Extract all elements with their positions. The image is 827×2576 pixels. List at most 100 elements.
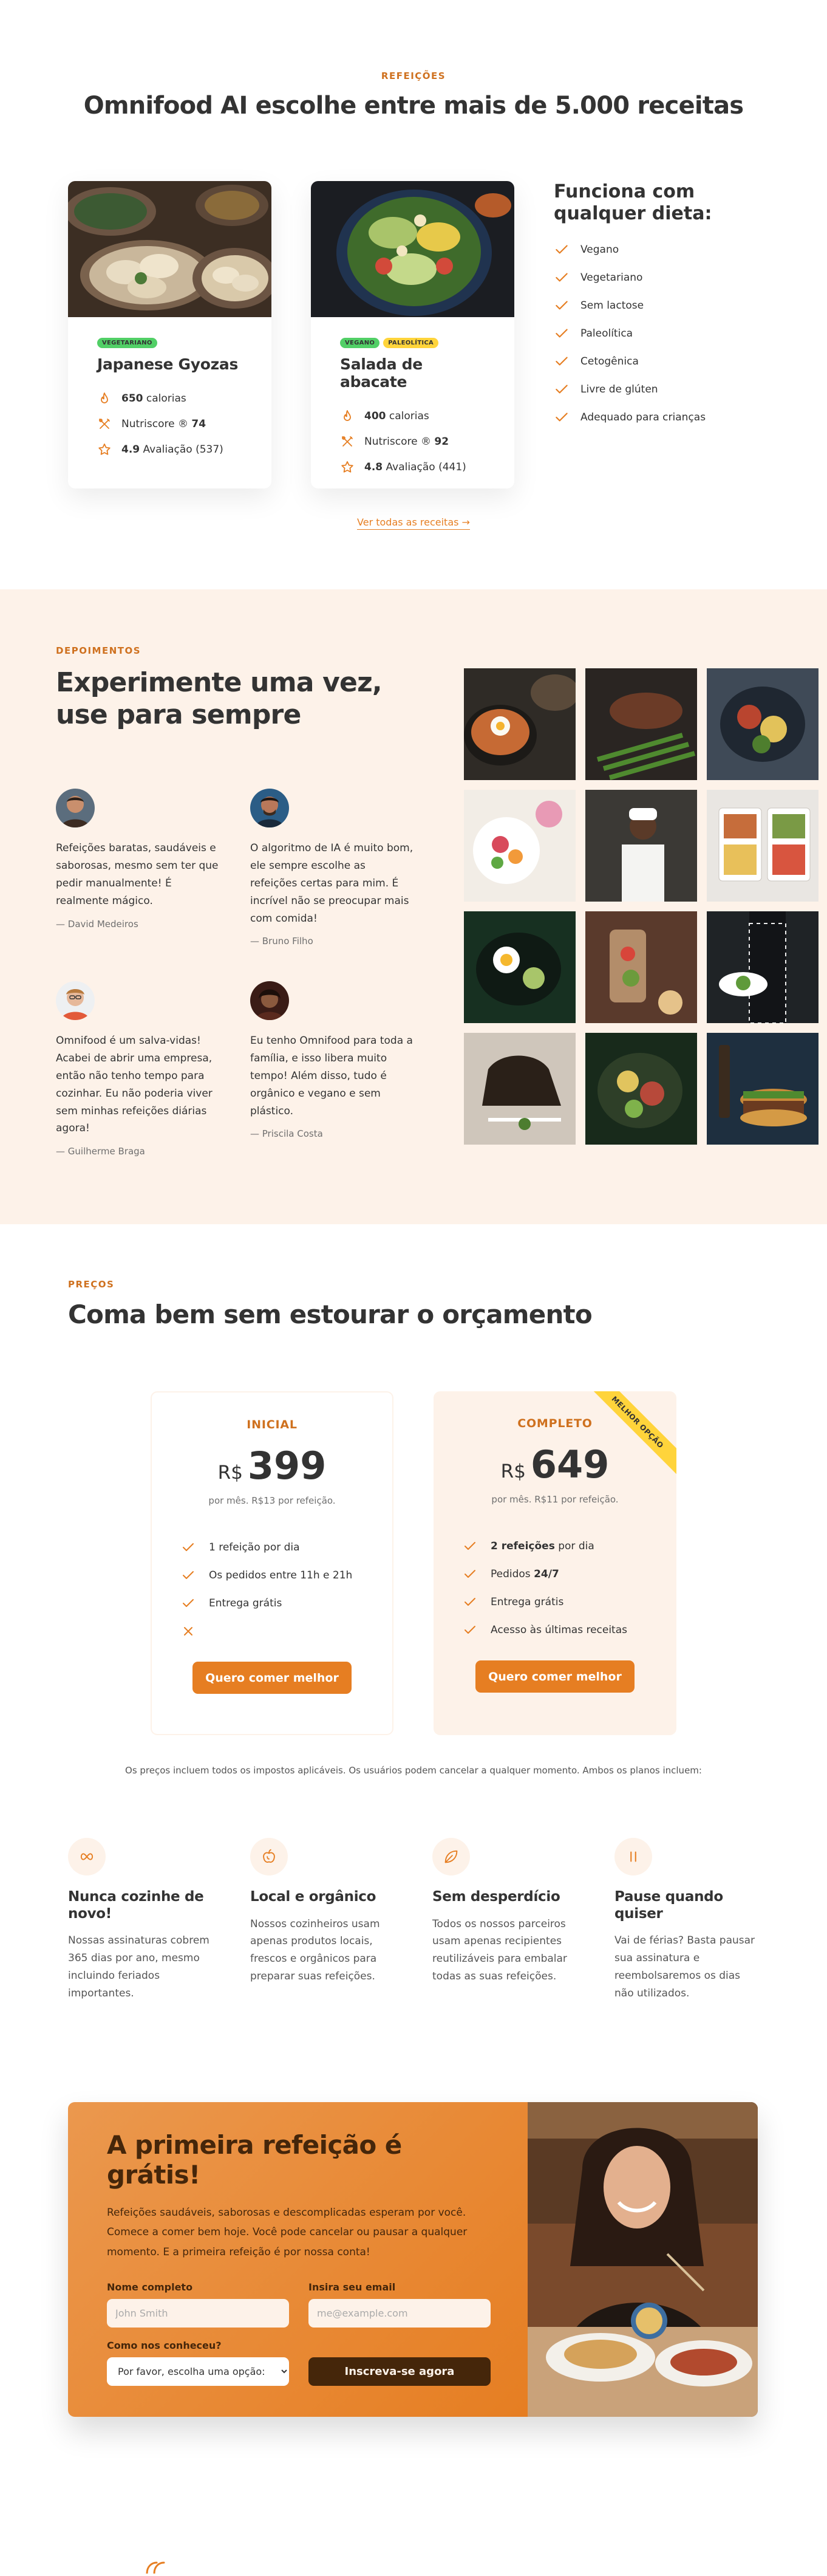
cta-section: A primeira refeição é grátis! Refeições … bbox=[68, 2102, 758, 2417]
diet-item: Livre de glúten bbox=[554, 382, 754, 397]
plan-price-text: por mês. R$11 por refeição. bbox=[491, 1494, 619, 1505]
calories-value: 400 bbox=[364, 410, 386, 422]
tag-vegan: Vegano bbox=[340, 338, 380, 348]
avatar bbox=[56, 981, 95, 1020]
testimonial-text: Omnifood é um salva-vidas! Acabei de abr… bbox=[56, 1035, 213, 1135]
testimonial-author: — Guilherme Braga bbox=[56, 1146, 145, 1157]
testimonial: Refeições baratas, saudáveis e saborosas… bbox=[56, 789, 220, 930]
footer-logo-peek bbox=[145, 2559, 169, 2575]
checkmark-icon bbox=[556, 413, 568, 422]
diet-item: Vegetariano bbox=[554, 270, 754, 286]
plan-feature-text: 1 refeição por dia bbox=[209, 1541, 300, 1553]
signup-button[interactable]: Inscreva-se agora bbox=[308, 2357, 491, 2386]
diet-label: Paleolítica bbox=[580, 327, 633, 340]
rating-label: Avaliação (537) bbox=[143, 444, 223, 456]
flame-icon bbox=[344, 410, 351, 421]
plan-name: Completo bbox=[517, 1417, 593, 1430]
meal-tags: Vegano Paleolítica bbox=[340, 338, 485, 348]
checkmark-icon bbox=[556, 245, 568, 254]
name-label: Nome completo bbox=[107, 2281, 193, 2293]
gallery-image[interactable] bbox=[707, 1033, 818, 1145]
meal-tags: Vegetariano bbox=[97, 338, 242, 348]
close-icon bbox=[184, 1627, 192, 1636]
avatar bbox=[56, 789, 95, 827]
gallery-image[interactable] bbox=[585, 668, 697, 780]
feature-title: Nunca cozinhe de novo! bbox=[68, 1889, 204, 1922]
rating-label: Avaliação (441) bbox=[386, 461, 466, 473]
plan-price-value: 649 bbox=[530, 1442, 610, 1487]
meal-card[interactable]: Vegetariano Japanese Gyozas 650 calorias… bbox=[68, 181, 271, 488]
restaurant-icon bbox=[342, 436, 353, 447]
testimonial: O algoritmo de IA é muito bom, ele sempr… bbox=[250, 789, 414, 947]
feature-text: Nossos cozinheiros usam apenas produtos … bbox=[250, 1917, 380, 1983]
gallery-image[interactable] bbox=[585, 1033, 697, 1145]
checkmark-icon bbox=[556, 301, 568, 310]
gallery-image[interactable] bbox=[707, 790, 818, 902]
plan-feature-text: Entrega grátis bbox=[491, 1596, 564, 1608]
nutriscore-label: Nutriscore ® bbox=[121, 418, 188, 430]
email-input[interactable] bbox=[308, 2298, 491, 2328]
plan-feature-bold: 24/7 bbox=[534, 1568, 559, 1580]
calories-label: calorias bbox=[146, 392, 186, 405]
star-icon bbox=[341, 461, 353, 473]
meal-card[interactable]: Vegano Paleolítica Salada de abacate 400… bbox=[311, 181, 514, 488]
cta-image bbox=[528, 2102, 758, 2417]
gallery-image[interactable] bbox=[585, 790, 697, 902]
source-select[interactable]: Por favor, escolha uma opção: bbox=[107, 2357, 289, 2386]
tag-vegetarian: Vegetariano bbox=[97, 338, 157, 348]
gallery bbox=[464, 668, 818, 1145]
meal-rating: 4.8 Avaliação (441) bbox=[340, 460, 485, 474]
gallery-image[interactable] bbox=[464, 790, 576, 902]
gallery-image[interactable] bbox=[585, 911, 697, 1023]
gallery-image[interactable] bbox=[464, 911, 576, 1023]
plan-feature-bold: 2 refeições bbox=[491, 1540, 555, 1552]
gallery-image[interactable] bbox=[464, 1033, 576, 1145]
email-field-group: Insira seu email bbox=[308, 2281, 491, 2328]
flame-icon bbox=[101, 392, 108, 403]
diets-list: Funciona com qualquer dieta: Vegano Vege… bbox=[554, 181, 754, 437]
gallery-image[interactable] bbox=[464, 668, 576, 780]
checkmark-icon bbox=[465, 1542, 475, 1550]
plan-price-value: 399 bbox=[247, 1444, 327, 1488]
plan-name: Inicial bbox=[247, 1418, 298, 1431]
diet-label: Adequado para crianças bbox=[580, 411, 706, 423]
plan-feature bbox=[181, 1624, 363, 1639]
restaurant-icon bbox=[99, 419, 110, 429]
gallery-image[interactable] bbox=[707, 668, 818, 780]
meals-heading: Omnifood AI escolhe entre mais de 5.000 … bbox=[83, 92, 744, 120]
checkmark-icon bbox=[556, 385, 568, 394]
plan-cta-button[interactable]: Quero comer melhor bbox=[475, 1660, 635, 1693]
pause-icon bbox=[614, 1838, 652, 1875]
testimonial-text: Refeições baratas, saudáveis e saborosas… bbox=[56, 842, 219, 907]
plan-cta-button[interactable]: Quero comer melhor bbox=[192, 1662, 352, 1694]
all-recipes-link-wrap: Ver todas as receitas → bbox=[0, 516, 827, 530]
plan-price: R$ 399 bbox=[181, 1444, 363, 1488]
testimonial-author: — Priscila Costa bbox=[250, 1128, 323, 1140]
feature-text: Todos os nossos parceiros usam apenas re… bbox=[432, 1917, 567, 1983]
plan-feature: 1 refeição por dia bbox=[181, 1540, 363, 1555]
name-field-group: Nome completo bbox=[107, 2281, 289, 2328]
diets-title: Funciona com qualquer dieta: bbox=[554, 181, 712, 224]
source-field-group: Como nos conheceu? Por favor, escolha um… bbox=[107, 2340, 289, 2386]
feature-title: Local e orgânico bbox=[250, 1889, 376, 1905]
plan-feature-text: Entrega grátis bbox=[209, 1597, 282, 1609]
tag-paleo: Paleolítica bbox=[383, 338, 439, 348]
plan-feature: Pedidos 24/7 bbox=[463, 1567, 647, 1581]
diet-label: Livre de glúten bbox=[580, 383, 658, 396]
avatar bbox=[250, 981, 289, 1020]
avatar bbox=[250, 789, 289, 827]
plan-currency: R$ bbox=[500, 1461, 526, 1482]
diet-label: Vegetariano bbox=[580, 272, 643, 284]
signup-form: Nome completo Insira seu email Como nos … bbox=[107, 2281, 491, 2386]
all-recipes-link[interactable]: Ver todas as receitas → bbox=[357, 516, 470, 530]
diet-label: Vegano bbox=[580, 244, 619, 256]
checkmark-icon bbox=[465, 1570, 475, 1578]
checkmark-icon bbox=[465, 1598, 475, 1606]
testimonial-author: — Bruno Filho bbox=[250, 936, 313, 947]
testimonial-author: — David Medeiros bbox=[56, 918, 138, 930]
name-input[interactable] bbox=[107, 2298, 289, 2328]
gallery-image[interactable] bbox=[707, 911, 818, 1023]
plan-feature: Entrega grátis bbox=[463, 1595, 647, 1609]
feature-text: Nossas assinaturas cobrem 365 dias por a… bbox=[68, 1934, 209, 1999]
testimonials-subheading: Depoimentos bbox=[56, 645, 141, 656]
